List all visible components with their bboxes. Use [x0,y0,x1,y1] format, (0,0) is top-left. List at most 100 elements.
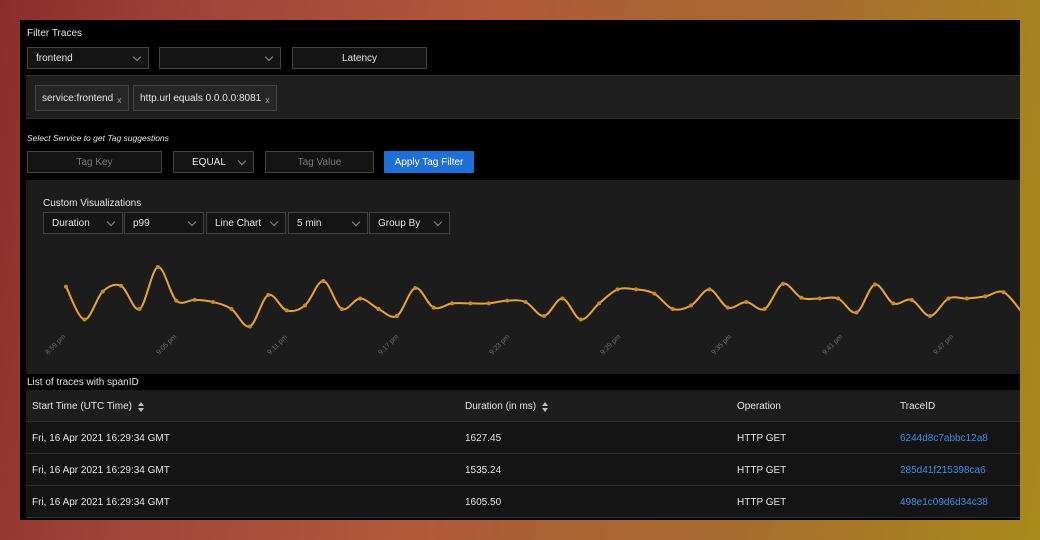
data-point[interactable] [964,296,969,301]
data-point[interactable] [486,301,491,306]
trace-id-link[interactable]: 6244d8c7abbc12a8 [900,433,988,444]
data-point[interactable] [652,291,657,296]
x-tick-label: 9:11 pm [266,334,289,357]
service-select[interactable]: frontend [27,47,149,69]
x-tick-label: 9:41 pm [821,333,844,356]
column-header-start-time[interactable]: Start Time (UTC Time) [32,401,145,413]
data-point[interactable] [670,307,675,311]
data-point[interactable] [983,294,988,299]
table-row[interactable]: Fri, 16 Apr 2021 16:29:34 GMT 1605.50 HT… [26,486,1020,518]
data-point[interactable] [82,317,87,322]
selected-tags-bar: service:frontend x http.url equals 0.0.0… [26,75,1020,119]
data-point[interactable] [578,317,583,322]
tag-key-input[interactable]: Tag Key [27,151,162,173]
x-tick-label: 9:29 pm [599,333,622,356]
data-point[interactable] [303,303,307,308]
apply-tag-filter-button[interactable]: Apply Tag Filter [384,151,474,173]
column-header-duration[interactable]: Duration (in ms) [465,401,549,413]
cell-operation: HTTP GET [737,497,787,508]
filter-title: Filter Traces [27,28,83,39]
data-point[interactable] [211,300,216,304]
data-point[interactable] [689,303,694,308]
data-point[interactable] [192,297,197,302]
data-point[interactable] [928,314,933,318]
close-icon[interactable]: x [265,95,270,105]
trace-id-link[interactable]: 285d41f215398ca6 [900,465,986,476]
tag-operator-value: EQUAL [192,156,226,168]
table-row[interactable]: Fri, 16 Apr 2021 16:29:34 GMT 1627.45 HT… [26,422,1020,454]
data-point[interactable] [137,307,142,311]
data-point[interactable] [854,310,859,315]
data-point[interactable] [597,301,602,306]
data-point[interactable] [781,281,785,286]
data-point[interactable] [431,305,436,310]
traces-table-header: Start Time (UTC Time) Duration (in ms) O… [26,390,1020,422]
cell-duration: 1605.50 [465,497,502,508]
sort-icon[interactable] [138,402,145,413]
sort-icon[interactable] [542,402,549,413]
data-point[interactable] [119,283,124,288]
tag-chip: http.url equals 0.0.0.0:8081 x [133,85,277,111]
data-point[interactable] [836,296,841,301]
column-header-operation: Operation [737,401,781,412]
column-header-label: Start Time (UTC Time) [32,401,133,412]
data-point[interactable] [284,308,289,313]
series-line [65,266,1020,328]
data-point[interactable] [266,293,271,297]
data-point[interactable] [505,298,510,303]
app-window: Filter Traces frontend Latency service:f… [20,20,1020,520]
tag-operator-select[interactable]: EQUAL [173,151,254,173]
service-select-value: frontend [36,52,73,64]
data-point[interactable] [725,305,730,310]
tag-value-input[interactable]: Tag Value [265,151,374,173]
cell-operation: HTTP GET [737,465,787,476]
data-point[interactable] [946,296,951,301]
latency-line-chart: 8:59 pm 9:05 pm 9:11 pm 9:17 pm 9:23 pm 9:29 … [44,265,1020,357]
data-point[interactable] [633,287,638,292]
cell-operation: HTTP GET [737,433,787,444]
tag-suggestion-hint: Select Service to get Tag suggestions [27,133,169,143]
data-point[interactable] [799,295,804,300]
data-point[interactable] [376,307,381,311]
data-point[interactable] [1001,290,1006,295]
data-point[interactable] [872,282,877,287]
data-point[interactable] [100,289,105,294]
latency-button[interactable]: Latency [292,47,427,69]
data-point[interactable] [891,301,896,306]
close-icon[interactable]: x [117,95,122,105]
data-point[interactable] [339,307,344,311]
x-tick-label: 8:59 pm [44,333,67,356]
data-point[interactable] [174,298,179,303]
data-point[interactable] [450,301,455,306]
data-point[interactable] [394,314,399,318]
chevron-down-icon [264,52,274,62]
data-point[interactable] [542,314,546,318]
data-point[interactable] [615,287,620,292]
data-point[interactable] [413,286,418,290]
data-point[interactable] [523,300,528,304]
cell-duration: 1627.45 [465,433,502,444]
table-row[interactable]: Fri, 16 Apr 2021 16:29:34 GMT 1535.24 HT… [26,454,1020,486]
operation-select[interactable] [159,47,281,69]
data-point[interactable] [707,287,712,292]
data-point[interactable] [762,307,767,311]
tag-chip-label: service:frontend [42,92,114,104]
data-point[interactable] [909,297,914,302]
data-point[interactable] [468,301,473,306]
data-point[interactable] [744,300,749,304]
data-point[interactable] [64,284,68,289]
data-point[interactable] [560,296,565,301]
cell-start-time: Fri, 16 Apr 2021 16:29:34 GMT [32,497,170,508]
x-tick-label: 9:17 pm [377,333,400,356]
data-point[interactable] [155,265,160,269]
data-point[interactable] [229,307,234,311]
data-point[interactable] [321,279,326,283]
trace-id-link[interactable]: 498e1c09d6d34c38 [900,497,988,508]
cell-start-time: Fri, 16 Apr 2021 16:29:34 GMT [32,433,170,444]
data-point[interactable] [358,296,363,301]
data-point[interactable] [247,324,252,329]
x-tick-label: 9:35 pm [710,333,733,356]
tag-chip-label: http.url equals 0.0.0.0:8081 [140,92,262,104]
data-point[interactable] [817,296,822,301]
cell-duration: 1535.24 [465,465,502,476]
